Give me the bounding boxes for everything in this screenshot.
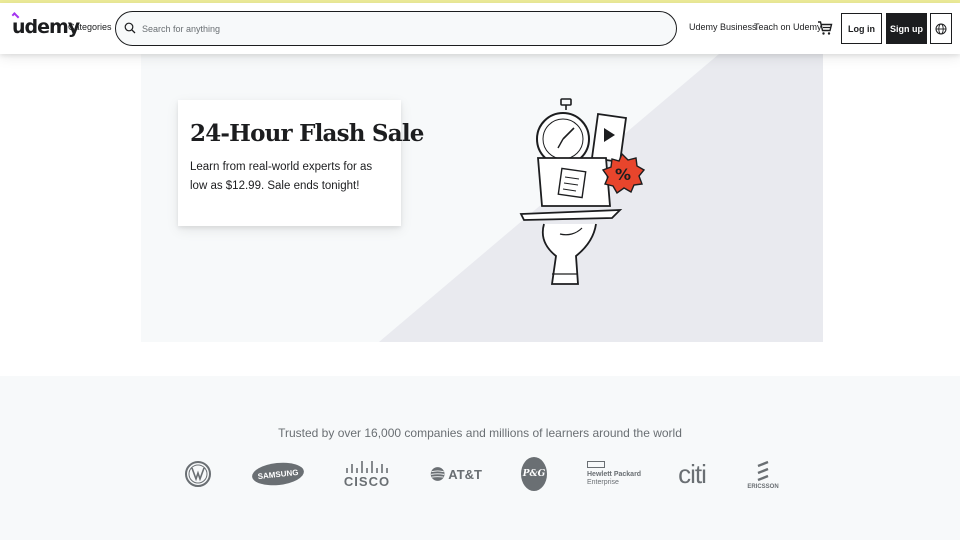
categories-link[interactable]: Categories <box>68 22 112 32</box>
cisco-text: CISCO <box>343 473 391 489</box>
ericsson-logo: ERICSSON <box>747 456 779 494</box>
globe-icon <box>935 23 947 35</box>
cisco-logo: CISCO <box>344 456 390 492</box>
samsung-logo: SAMSUNG <box>250 456 306 492</box>
hero-banner: 24-Hour Flash Sale Learn from real-world… <box>141 54 823 342</box>
hpe-text-line1: Hewlett Packard <box>587 471 642 478</box>
site-header: udemy Categories Udemy Business Teach on… <box>0 3 960 54</box>
search-bar[interactable] <box>115 11 677 46</box>
hero-card: 24-Hour Flash Sale Learn from real-world… <box>178 100 424 226</box>
language-button[interactable] <box>930 13 952 44</box>
att-text: AT&T <box>448 466 482 482</box>
hpe-text-line2: Enterprise <box>587 479 619 486</box>
login-button[interactable]: Log in <box>841 13 882 44</box>
signup-button[interactable]: Sign up <box>886 13 927 44</box>
hero-title: 24-Hour Flash Sale <box>190 120 424 147</box>
trusted-text: Trusted by over 16,000 companies and mil… <box>278 426 682 440</box>
samsung-text: SAMSUNG <box>257 467 299 481</box>
volkswagen-logo <box>185 456 211 492</box>
citi-logo: citi <box>675 456 709 492</box>
badge-percent: % <box>615 165 631 184</box>
cisco-bars-icon <box>346 460 388 473</box>
hpe-logo: Hewlett Packard Enterprise <box>587 456 641 492</box>
cart-icon[interactable] <box>817 20 833 36</box>
trusted-by-section: Trusted by over 16,000 companies and mil… <box>0 376 960 540</box>
citi-text: citi <box>678 458 707 489</box>
att-logo: AT&T <box>430 456 482 492</box>
search-icon[interactable] <box>124 22 136 34</box>
flash-sale-illustration: % <box>519 98 646 285</box>
ericsson-icon <box>757 460 769 482</box>
teach-on-udemy-link[interactable]: Teach on Udemy <box>754 22 822 32</box>
udemy-business-link[interactable]: Udemy Business <box>689 22 757 32</box>
hpe-rectangle-icon <box>587 461 605 468</box>
volkswagen-icon <box>185 461 211 487</box>
pg-logo: P&G <box>521 456 547 492</box>
att-globe-icon <box>430 467 445 481</box>
ericsson-text: ERICSSON <box>747 484 779 490</box>
pg-text: P&G <box>522 469 546 479</box>
hero-description: Learn from real-world experts for as low… <box>190 161 373 192</box>
search-input[interactable] <box>142 20 642 38</box>
